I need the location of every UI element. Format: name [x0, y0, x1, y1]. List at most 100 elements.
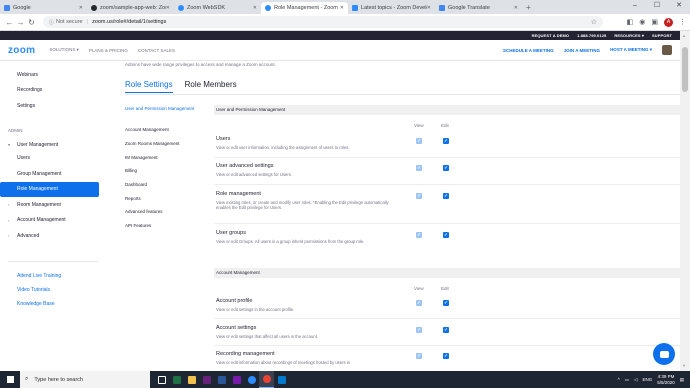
schedule-meeting-link[interactable]: SCHEDULE A MEETING [503, 48, 554, 53]
view-checkbox[interactable]: ✓ [416, 165, 422, 171]
sidebar-item-room-management[interactable]: › Room Management [0, 197, 99, 212]
host-meeting-menu[interactable]: HOST A MEETING ▾ [610, 47, 652, 53]
view-checkbox[interactable]: ✓ [416, 193, 422, 199]
close-icon[interactable]: ✕ [166, 5, 170, 11]
url-input[interactable]: ⓘ Not secure | zoom.us/role#/detail/1/se… [43, 16, 603, 28]
star-icon[interactable]: ☆ [591, 18, 597, 26]
tab-role-members[interactable]: Role Members [185, 80, 237, 93]
plans-pricing-link[interactable]: PLANS & PRICING [89, 48, 128, 53]
attend-live-training-link[interactable]: Attend Live Training [0, 268, 99, 283]
edit-checkbox[interactable]: ✓ [443, 193, 449, 199]
subnav-zoom-rooms[interactable]: Zoom Rooms Management [125, 141, 205, 148]
scroll-up-icon[interactable]: ▲ [682, 33, 686, 38]
close-icon[interactable]: ✕ [427, 5, 431, 11]
scroll-down-icon[interactable]: ▼ [682, 363, 686, 368]
avatar[interactable] [662, 45, 672, 55]
file-explorer-icon [187, 375, 196, 384]
close-icon[interactable]: ✕ [253, 5, 257, 11]
permission-desc: View or edit settings that affect all us… [216, 334, 319, 339]
task-view-button[interactable] [154, 371, 169, 388]
subnav-im-management[interactable]: IM Management [125, 155, 205, 162]
notifications-icon[interactable]: ▤ [680, 377, 684, 383]
taskbar-app[interactable] [184, 371, 199, 388]
close-icon[interactable]: ✕ [514, 5, 518, 11]
resources-menu[interactable]: RESOURCES ▾ [614, 33, 644, 38]
browser-tab-zoom-developer[interactable]: Latest topics - Zoom Developer✕ [348, 2, 435, 14]
edit-checkbox[interactable]: ✓ [443, 327, 449, 333]
new-tab-button[interactable]: + [526, 3, 531, 12]
extension-icon[interactable]: ◧ [627, 18, 634, 26]
subnav-account-management[interactable]: Account Management [125, 127, 205, 134]
edit-checkbox[interactable]: ✓ [443, 165, 449, 171]
edit-checkbox[interactable]: ✓ [443, 138, 449, 144]
view-checkbox[interactable]: ✓ [416, 327, 422, 333]
sidebar-item-webinars[interactable]: Webinars [0, 67, 99, 82]
edit-checkbox[interactable]: ✓ [443, 300, 449, 306]
support-link[interactable]: SUPPORT [652, 33, 672, 38]
section-title: Account Management [216, 270, 260, 275]
solutions-menu[interactable]: SOLUTIONS ▾ [49, 47, 79, 53]
taskbar-app[interactable] [199, 371, 214, 388]
subnav-billing[interactable]: Billing [125, 168, 205, 175]
subnav-reports[interactable]: Reports [125, 196, 205, 203]
knowledge-base-link[interactable]: Knowledge Base [0, 296, 99, 311]
language-indicator[interactable]: ENG [642, 377, 652, 382]
profile-avatar[interactable]: A [664, 17, 673, 27]
browser-tab-role-management[interactable]: Role Management - Zoom ✕ [261, 2, 348, 14]
scroll-thumb[interactable] [682, 47, 688, 92]
taskbar-app[interactable] [244, 371, 259, 388]
tab-role-settings[interactable]: Role Settings [125, 80, 173, 93]
taskbar-app[interactable] [169, 371, 184, 388]
sidebar-item-role-management[interactable]: Role Management [0, 181, 99, 197]
volume-icon[interactable]: ◁ [634, 377, 637, 383]
subnav-user-permission[interactable]: User and Permission Management [125, 106, 205, 113]
network-icon[interactable]: ▭ [625, 377, 629, 383]
taskbar-app[interactable] [229, 371, 244, 388]
browser-tab-translate[interactable]: Google Translate ✕ [435, 2, 522, 14]
subnav-advanced-features[interactable]: Advanced features [125, 209, 205, 216]
sidebar-item-account-management[interactable]: › Account Management [0, 213, 99, 228]
forward-icon[interactable]: → [15, 18, 26, 27]
view-checkbox[interactable]: ✓ [416, 138, 422, 144]
taskbar-search[interactable]: ⌕ Type here to search [20, 371, 150, 388]
view-checkbox[interactable]: ✓ [416, 232, 422, 238]
browser-tab-google[interactable]: Google ✕ [0, 2, 87, 14]
request-demo-link[interactable]: REQUEST A DEMO [532, 33, 570, 38]
maximize-icon[interactable]: ☐ [646, 0, 668, 12]
edit-checkbox[interactable]: ✓ [443, 353, 449, 359]
start-button[interactable] [0, 371, 20, 388]
back-icon[interactable]: ← [4, 18, 15, 27]
subnav-api-features[interactable]: API Features [125, 223, 205, 230]
sidebar-item-advanced[interactable]: › Advanced [0, 228, 99, 243]
menu-icon[interactable]: ⋮ [679, 18, 686, 26]
taskbar-app-chrome[interactable] [259, 371, 274, 388]
browser-tab-zoom-websdk[interactable]: Zoom WebSDK ✕ [174, 2, 261, 14]
extension-icon[interactable]: ▣ [651, 18, 658, 26]
close-icon[interactable]: ✕ [79, 5, 83, 11]
zoom-logo[interactable]: zoom [8, 45, 35, 56]
page-scrollbar[interactable]: ▲ ▼ [680, 31, 690, 371]
sidebar-item-recordings[interactable]: Recordings [0, 83, 99, 98]
taskbar-app[interactable] [274, 371, 289, 388]
close-icon[interactable]: ✕ [340, 5, 344, 11]
extension-icon[interactable]: ◉ [639, 18, 645, 26]
minimize-icon[interactable]: – [624, 0, 646, 12]
close-window-icon[interactable]: ✕ [668, 0, 690, 12]
edit-checkbox[interactable]: ✓ [443, 232, 449, 238]
video-tutorials-link[interactable]: Video Tutorials [0, 282, 99, 297]
taskbar-app[interactable] [214, 371, 229, 388]
sidebar-item-group-management[interactable]: Group Management [0, 166, 99, 181]
view-checkbox[interactable]: ✓ [416, 353, 422, 359]
reload-icon[interactable]: ↻ [26, 18, 37, 27]
sidebar-item-settings[interactable]: Settings [0, 98, 99, 113]
permission-title: Account profile [216, 298, 253, 304]
contact-sales-link[interactable]: CONTACT SALES [138, 48, 175, 53]
chat-button[interactable] [653, 343, 675, 365]
browser-tab-github[interactable]: zoom/sample-app-web: Zoom V✕ [87, 2, 174, 14]
chevron-up-icon[interactable]: ^ [618, 377, 620, 382]
clock[interactable]: 4:39 PM 5/5/2020 [657, 374, 675, 385]
subnav-dashboard[interactable]: Dashboard [125, 182, 205, 189]
view-checkbox[interactable]: ✓ [416, 300, 422, 306]
sidebar-item-users[interactable]: Users [0, 151, 99, 166]
join-meeting-link[interactable]: JOIN A MEETING [564, 48, 600, 53]
